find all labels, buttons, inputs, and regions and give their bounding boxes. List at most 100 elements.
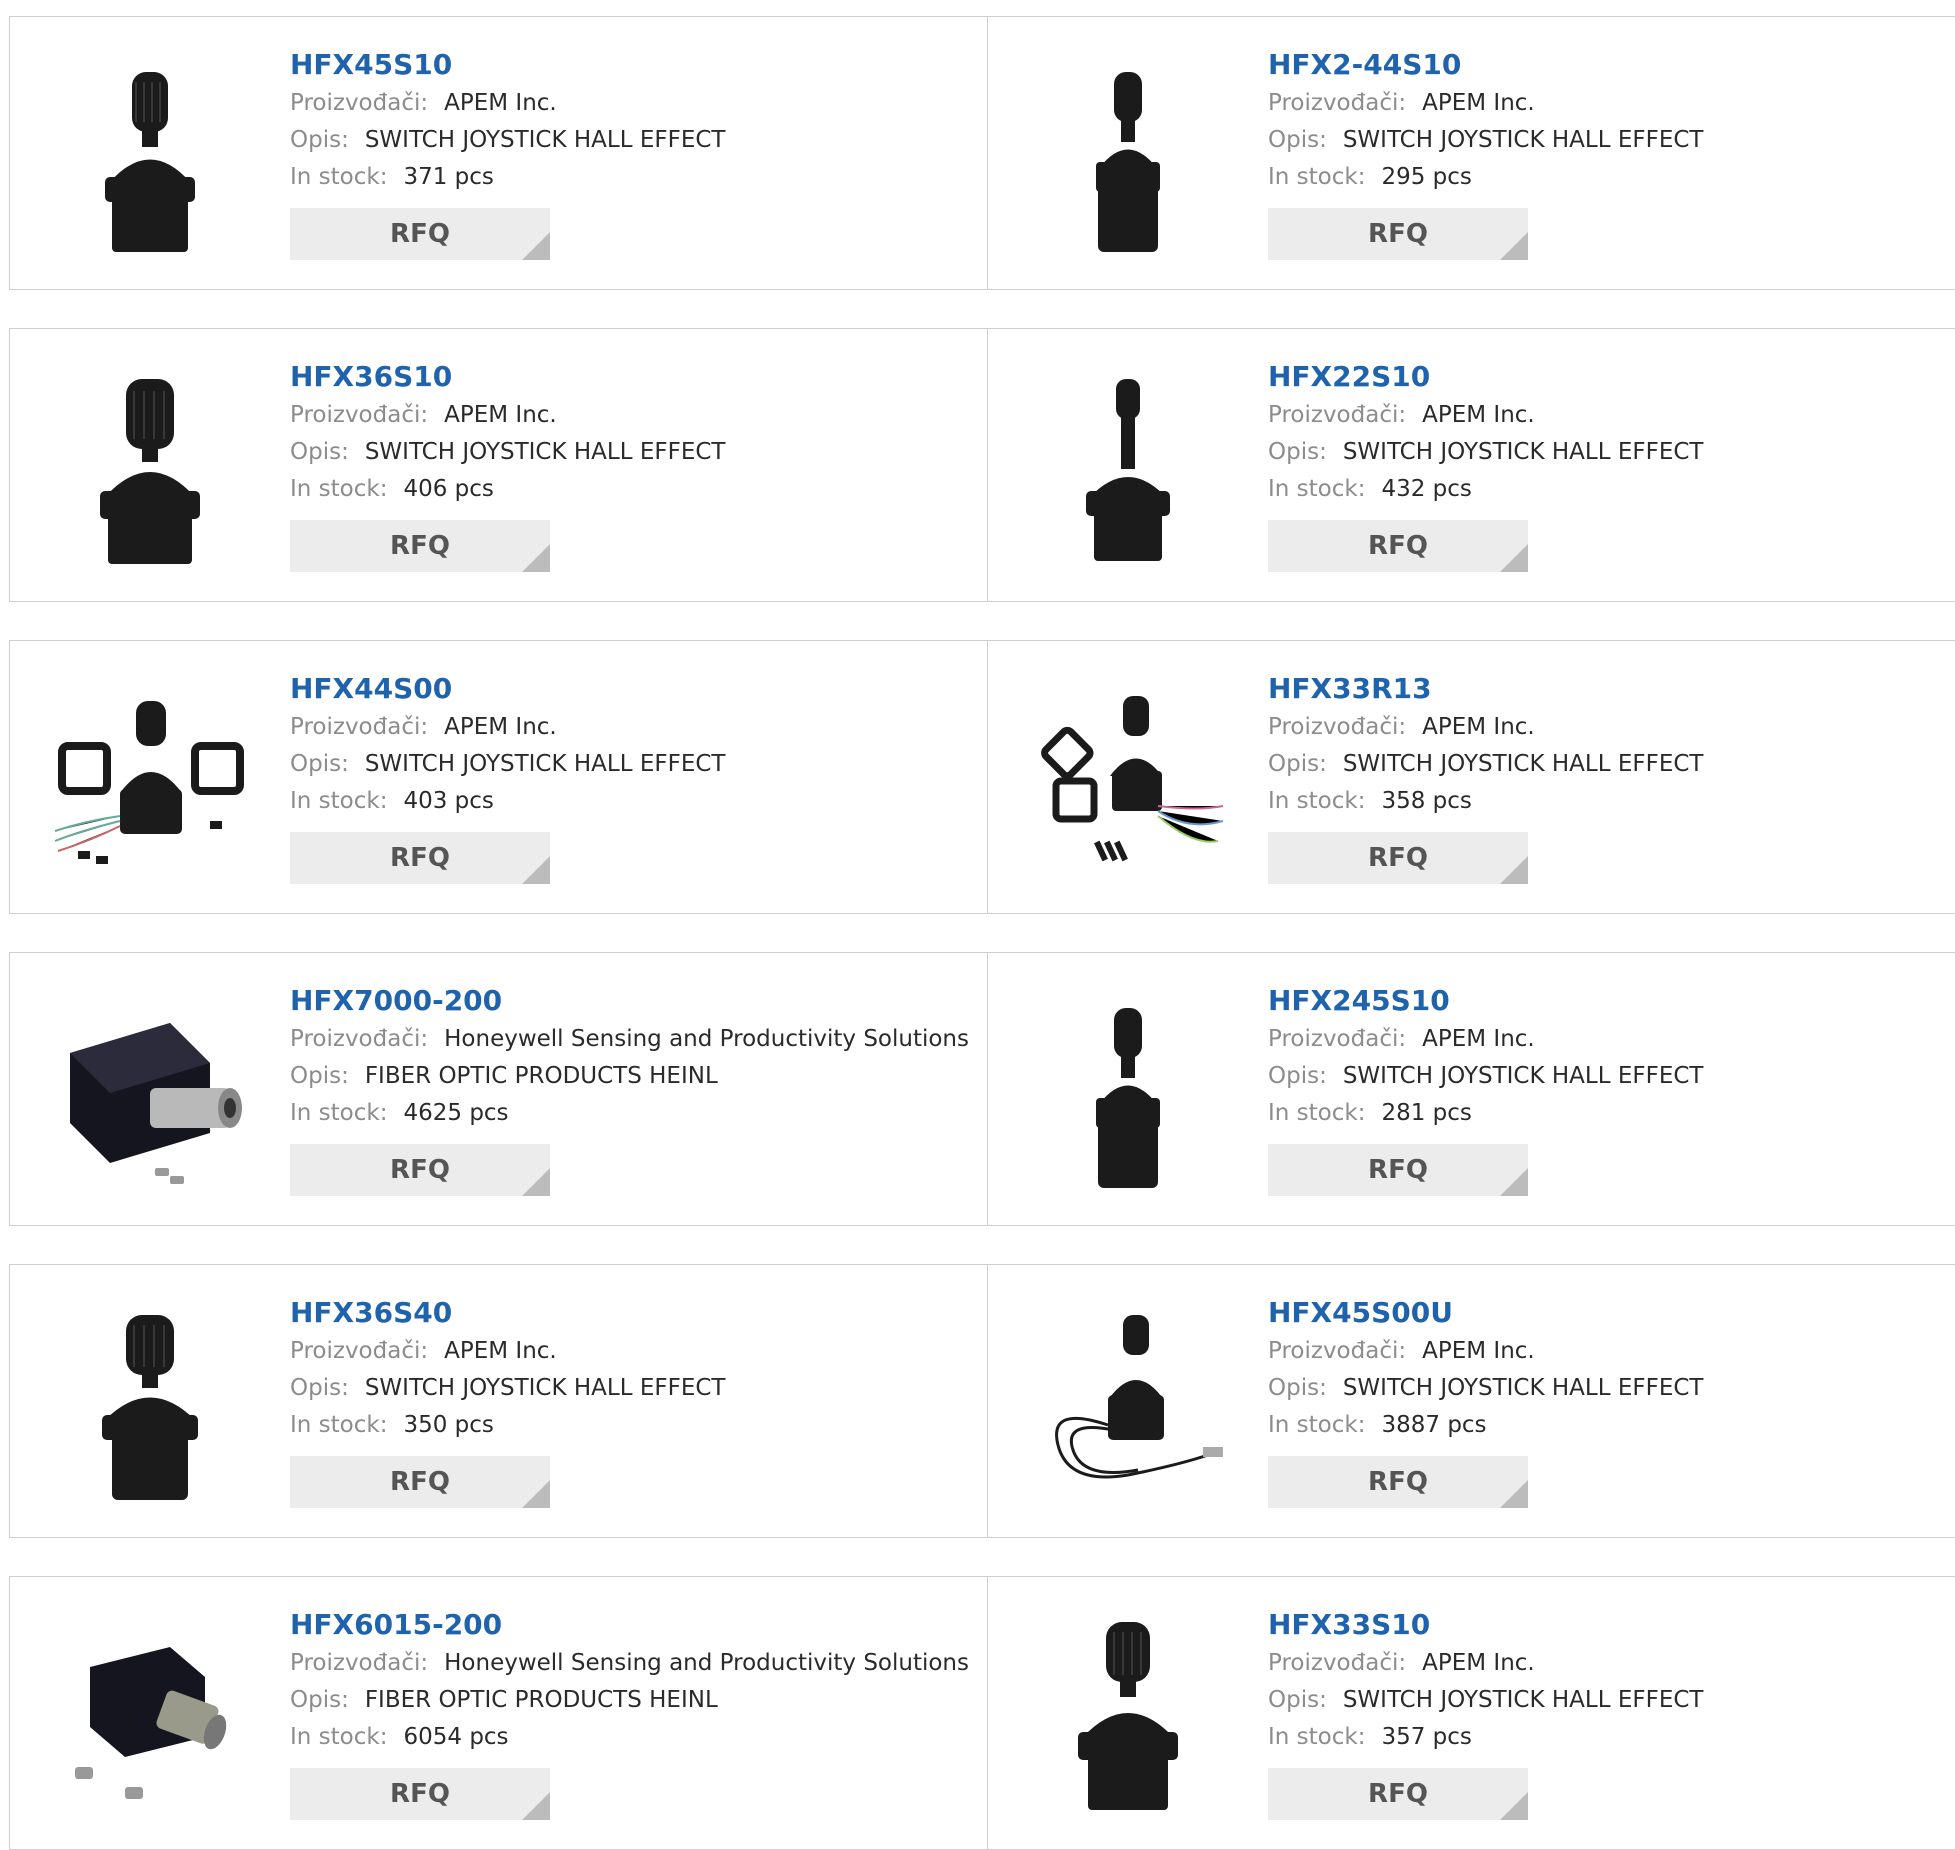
corner-triangle-icon (522, 1480, 550, 1508)
stock-value: 350 pcs (403, 1412, 494, 1438)
rfq-button[interactable]: RFQ (1268, 520, 1528, 572)
stock-label: In stock: (1268, 788, 1366, 814)
description-label: Opis: (290, 751, 349, 777)
manufacturer-value: Honeywell Sensing and Productivity Solut… (444, 1650, 969, 1676)
manufacturer-row: Proizvođači: APEM Inc. (1268, 1021, 1703, 1058)
rfq-button[interactable]: RFQ (1268, 1456, 1528, 1508)
stock-value: 406 pcs (403, 476, 494, 502)
description-row: Opis: SWITCH JOYSTICK HALL EFFECT (290, 434, 725, 471)
rfq-label: RFQ (390, 1779, 450, 1809)
joystick-tall-body-image[interactable] (1028, 57, 1228, 257)
rfq-button[interactable]: RFQ (290, 1768, 550, 1820)
stock-row: In stock: 371 pcs (290, 159, 725, 196)
rfq-button[interactable]: RFQ (290, 1456, 550, 1508)
corner-triangle-icon (522, 544, 550, 572)
manufacturer-value: APEM Inc. (444, 714, 557, 740)
part-number-link[interactable]: HFX22S10 (1268, 357, 1703, 397)
description-label: Opis: (290, 127, 349, 153)
part-number-link[interactable]: HFX44S00 (290, 669, 725, 709)
product-info: HFX33S10 Proizvođači: APEM Inc. Opis: SWIT… (1268, 1605, 1703, 1820)
part-number-link[interactable]: HFX36S10 (290, 357, 725, 397)
manufacturer-row: Proizvođači: Honeywell Sensing and Produc… (290, 1645, 969, 1682)
part-number-link[interactable]: HFX33S10 (1268, 1605, 1703, 1645)
joystick-tall-body-image[interactable] (1028, 993, 1228, 1193)
description-label: Opis: (290, 439, 349, 465)
corner-triangle-icon (522, 232, 550, 260)
joystick-kit-image[interactable] (50, 681, 250, 881)
joystick-kit-image[interactable] (1028, 681, 1228, 881)
description-label: Opis: (1268, 751, 1327, 777)
rfq-button[interactable]: RFQ (1268, 832, 1528, 884)
product-info: HFX44S00 Proizvođači: APEM Inc. Opis: SWIT… (290, 669, 725, 884)
joystick-usb-cable-image[interactable] (1028, 1305, 1228, 1505)
rfq-label: RFQ (390, 219, 450, 249)
part-number-link[interactable]: HFX2-44S10 (1268, 45, 1703, 85)
stock-row: In stock: 4625 pcs (290, 1095, 969, 1132)
part-number-link[interactable]: HFX33R13 (1268, 669, 1703, 709)
manufacturer-value: APEM Inc. (1422, 1026, 1535, 1052)
stock-row: In stock: 432 pcs (1268, 471, 1703, 508)
manufacturer-row: Proizvođači: APEM Inc. (1268, 1645, 1703, 1682)
corner-triangle-icon (1500, 232, 1528, 260)
joystick-knob-image[interactable] (50, 1305, 250, 1505)
stock-value: 358 pcs (1381, 788, 1472, 814)
part-number-link[interactable]: HFX45S00U (1268, 1293, 1703, 1333)
joystick-knob-image[interactable] (50, 369, 250, 569)
stock-row: In stock: 358 pcs (1268, 783, 1703, 820)
manufacturer-row: Proizvođači: APEM Inc. (1268, 1333, 1703, 1370)
manufacturer-value: APEM Inc. (1422, 714, 1535, 740)
rfq-button[interactable]: RFQ (290, 520, 550, 572)
product-info: HFX245S10 Proizvođači: APEM Inc. Opis: SWI… (1268, 981, 1703, 1196)
description-value: SWITCH JOYSTICK HALL EFFECT (364, 1375, 726, 1401)
description-row: Opis: FIBER OPTIC PRODUCTS HEINL (290, 1058, 969, 1095)
part-number-link[interactable]: HFX36S40 (290, 1293, 725, 1333)
description-row: Opis: SWITCH JOYSTICK HALL EFFECT (1268, 1058, 1703, 1095)
rfq-button[interactable]: RFQ (1268, 1144, 1528, 1196)
stock-row: In stock: 281 pcs (1268, 1095, 1703, 1132)
fiber-optic-connector-image[interactable] (50, 993, 250, 1193)
rfq-label: RFQ (390, 1467, 450, 1497)
stock-row: In stock: 3887 pcs (1268, 1407, 1703, 1444)
manufacturer-label: Proizvođači: (1268, 1026, 1407, 1052)
stock-row: In stock: 403 pcs (290, 783, 725, 820)
manufacturer-label: Proizvođači: (290, 714, 429, 740)
description-label: Opis: (290, 1063, 349, 1089)
stock-label: In stock: (1268, 164, 1366, 190)
joystick-stick-image[interactable] (1028, 369, 1228, 569)
rfq-button[interactable]: RFQ (290, 1144, 550, 1196)
description-row: Opis: SWITCH JOYSTICK HALL EFFECT (290, 746, 725, 783)
part-number-link[interactable]: HFX45S10 (290, 45, 725, 85)
stock-label: In stock: (1268, 476, 1366, 502)
joystick-knob-image[interactable] (1028, 1617, 1228, 1817)
stock-value: 295 pcs (1381, 164, 1472, 190)
description-value: SWITCH JOYSTICK HALL EFFECT (1342, 1063, 1704, 1089)
rfq-button[interactable]: RFQ (1268, 1768, 1528, 1820)
stock-row: In stock: 406 pcs (290, 471, 725, 508)
fiber-optic-connector-image[interactable] (50, 1617, 250, 1817)
manufacturer-label: Proizvođači: (290, 1650, 429, 1676)
part-number-link[interactable]: HFX7000-200 (290, 981, 969, 1021)
product-info: HFX6015-200 Proizvođači: Honeywell Sensin… (290, 1605, 969, 1820)
product-info: HFX45S10 Proizvođači: APEM Inc. Opis: SWIT… (290, 45, 725, 260)
product-card: HFX44S00 Proizvođači: APEM Inc. Opis: SWIT… (9, 640, 988, 914)
description-value: SWITCH JOYSTICK HALL EFFECT (1342, 127, 1704, 153)
part-number-link[interactable]: HFX6015-200 (290, 1605, 969, 1645)
rfq-button[interactable]: RFQ (1268, 208, 1528, 260)
rfq-button[interactable]: RFQ (290, 832, 550, 884)
stock-value: 281 pcs (1381, 1100, 1472, 1126)
description-label: Opis: (290, 1375, 349, 1401)
product-card: HFX45S10 Proizvođači: APEM Inc. Opis: SWIT… (9, 16, 988, 290)
description-row: Opis: SWITCH JOYSTICK HALL EFFECT (1268, 434, 1703, 471)
description-label: Opis: (1268, 1063, 1327, 1089)
stock-value: 371 pcs (403, 164, 494, 190)
product-info: HFX36S40 Proizvođači: APEM Inc. Opis: SWIT… (290, 1293, 725, 1508)
rfq-button[interactable]: RFQ (290, 208, 550, 260)
description-value: SWITCH JOYSTICK HALL EFFECT (1342, 439, 1704, 465)
description-label: Opis: (1268, 1687, 1327, 1713)
corner-triangle-icon (522, 1792, 550, 1820)
joystick-knob-image[interactable] (50, 57, 250, 257)
part-number-link[interactable]: HFX245S10 (1268, 981, 1703, 1021)
rfq-label: RFQ (1368, 531, 1428, 561)
description-label: Opis: (1268, 127, 1327, 153)
product-card: HFX45S00U Proizvođači: APEM Inc. Opis: SWI… (987, 1264, 1955, 1538)
